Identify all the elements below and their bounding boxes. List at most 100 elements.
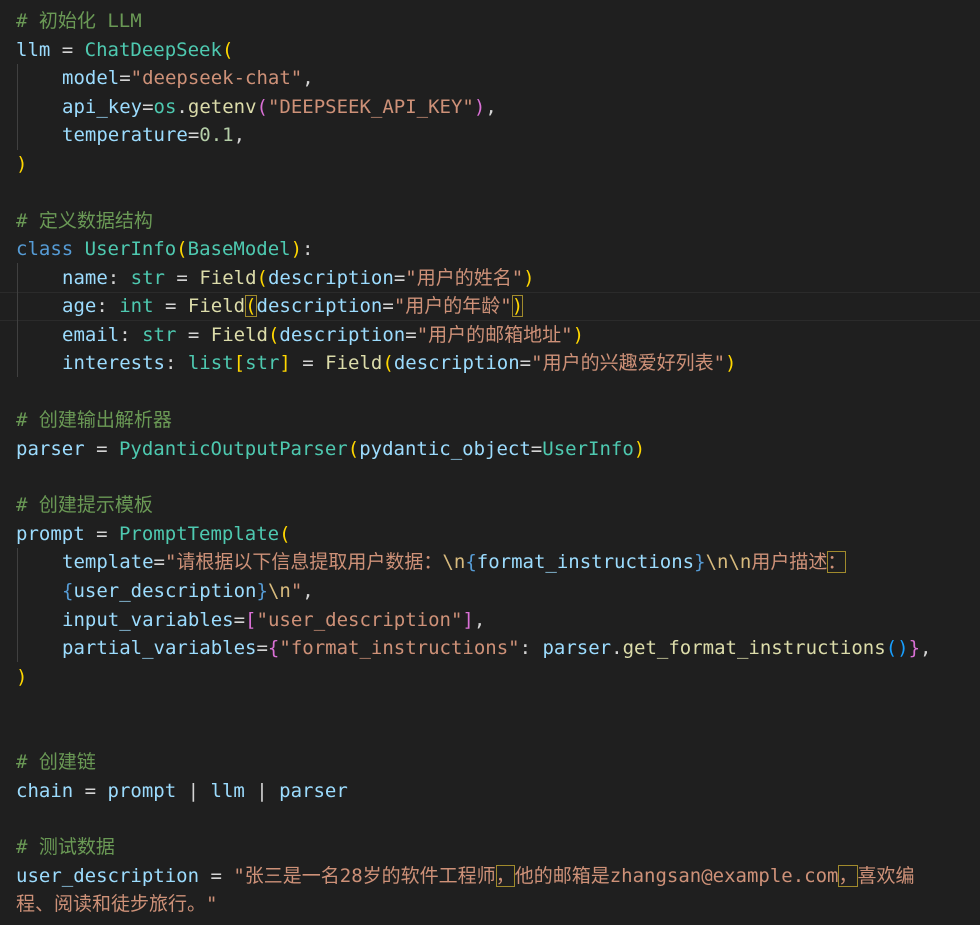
code-line[interactable]: # 创建提示模板: [16, 491, 153, 519]
string: "用户的邮箱地址": [416, 324, 573, 346]
comment: # 创建输出解析器: [16, 409, 172, 431]
code-line[interactable]: # 测试数据: [16, 833, 115, 861]
variable: parser: [16, 438, 85, 460]
attribute: age: [62, 295, 97, 317]
variable: llm: [210, 780, 245, 802]
comment: # 初始化 LLM: [16, 10, 142, 32]
bracket: ): [725, 352, 737, 374]
operator: |: [176, 780, 211, 802]
code-line[interactable]: model="deepseek-chat",: [16, 64, 314, 92]
code-line[interactable]: # 初始化 LLM: [16, 7, 142, 35]
code-line[interactable]: temperature=0.1,: [16, 121, 245, 149]
matched-bracket: (: [245, 295, 257, 317]
function: get_format_instructions: [622, 637, 886, 659]
bracket: [: [245, 609, 257, 631]
code-line[interactable]: # 定义数据结构: [16, 207, 153, 235]
string: "用户的兴趣爱好列表": [531, 352, 726, 374]
parameter: partial_variables: [62, 637, 257, 659]
class-name: BaseModel: [187, 238, 291, 260]
string: "DEEPSEEK_API_KEY": [267, 96, 474, 118]
string: "deepseek-chat": [130, 67, 303, 89]
parameter: template: [62, 551, 154, 573]
code-line[interactable]: {user_description}\n",: [16, 577, 314, 605]
operator: |: [244, 780, 280, 802]
number: 0.1: [199, 124, 234, 146]
class-name: UserInfo: [84, 238, 177, 260]
code-line[interactable]: # 创建链: [16, 748, 96, 776]
code-line[interactable]: class UserInfo(BaseModel):: [16, 235, 313, 263]
code-line[interactable]: parser = PydanticOutputParser(pydantic_o…: [16, 435, 645, 463]
class-name: ChatDeepSeek: [84, 39, 222, 61]
bracket: ]: [462, 609, 474, 631]
class-name: UserInfo: [542, 438, 634, 460]
parameter: temperature: [62, 124, 188, 146]
variable: chain: [16, 780, 74, 802]
function: Field: [187, 295, 246, 317]
type: str: [142, 324, 177, 346]
variable: llm: [16, 39, 51, 61]
bracket: [: [233, 352, 246, 374]
string: "用户的姓名": [405, 267, 524, 289]
code-line[interactable]: chain = prompt | llm | parser: [16, 777, 348, 805]
code-line[interactable]: name: str = Field(description="用户的姓名"): [16, 264, 535, 292]
bracket: (: [256, 267, 268, 289]
variable: prompt: [107, 780, 177, 802]
type: list: [187, 352, 234, 374]
variable: prompt: [16, 523, 85, 545]
comment: # 测试数据: [16, 836, 115, 858]
bracket: ): [523, 267, 535, 289]
attribute: email: [62, 324, 120, 346]
bracket: {: [267, 637, 280, 659]
code-line[interactable]: input_variables=["user_description"],: [16, 606, 485, 634]
bracket: ): [473, 96, 486, 118]
parameter: description: [279, 324, 406, 346]
placeholder: format_instructions: [476, 551, 695, 573]
string: 程、阅读和徒步旅行。": [16, 893, 218, 915]
code-line[interactable]: user_description = "张三是一名28岁的软件工程师，他的邮箱是…: [16, 862, 915, 890]
bracket: ): [572, 324, 585, 346]
bracket: (: [347, 438, 360, 460]
code-line[interactable]: template="请根据以下信息提取用户数据：\n{format_instru…: [16, 548, 847, 576]
string: "请根据以下信息提取用户数据：: [164, 551, 443, 573]
bracket: (: [267, 324, 280, 346]
bracket: ]: [279, 352, 291, 374]
comment: # 创建链: [16, 751, 96, 773]
bracket: (: [256, 96, 268, 118]
bracket: ): [16, 153, 28, 175]
code-editor[interactable]: # 初始化 LLM llm = ChatDeepSeek( model="dee…: [0, 0, 980, 925]
string: ": [290, 580, 303, 602]
code-line[interactable]: llm = ChatDeepSeek(: [16, 36, 233, 64]
bracket: ): [633, 438, 646, 460]
parameter: description: [267, 267, 394, 289]
code-line[interactable]: interests: list[str] = Field(description…: [16, 349, 736, 377]
type: int: [119, 295, 154, 317]
code-line[interactable]: partial_variables={"format_instructions"…: [16, 634, 931, 662]
escape-sequence: \n: [442, 551, 466, 573]
bracket: (: [176, 238, 188, 260]
function: Field: [325, 352, 383, 374]
unicode-highlight: ：: [827, 551, 847, 573]
code-line[interactable]: prompt = PromptTemplate(: [16, 520, 291, 548]
unicode-highlight: ，: [495, 865, 515, 887]
unicode-highlight: ，: [838, 865, 858, 887]
code-line-wrapped[interactable]: 程、阅读和徒步旅行。": [16, 890, 217, 918]
code-line[interactable]: age: int = Field(description="用户的年龄"): [16, 292, 524, 320]
code-line[interactable]: ): [16, 663, 27, 691]
code-line[interactable]: ): [16, 150, 27, 178]
string: "用户的年龄": [393, 295, 512, 317]
code-line[interactable]: api_key=os.getenv("DEEPSEEK_API_KEY"),: [16, 93, 497, 121]
variable: user_description: [16, 865, 200, 887]
parameter: model: [62, 67, 120, 89]
string: "user_description": [256, 609, 463, 631]
code-line[interactable]: # 创建输出解析器: [16, 406, 172, 434]
function: Field: [210, 324, 268, 346]
function: Field: [199, 267, 257, 289]
bracket: (: [382, 352, 394, 374]
attribute: interests: [62, 352, 165, 374]
comment: # 定义数据结构: [16, 210, 153, 232]
variable: parser: [279, 780, 348, 802]
keyword: class: [16, 238, 74, 260]
bracket: (: [221, 39, 234, 61]
bracket: }: [908, 637, 921, 659]
code-line[interactable]: email: str = Field(description="用户的邮箱地址"…: [16, 321, 584, 349]
